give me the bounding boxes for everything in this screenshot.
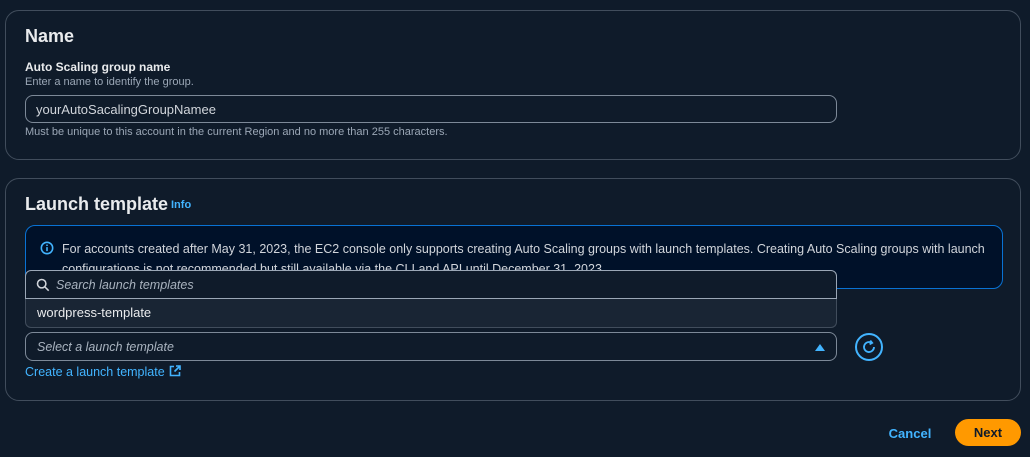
create-link-label: Create a launch template bbox=[25, 365, 165, 379]
asg-name-input[interactable] bbox=[25, 95, 837, 123]
asg-name-description: Enter a name to identify the group. bbox=[25, 76, 194, 88]
select-placeholder: Select a launch template bbox=[37, 340, 174, 354]
search-icon bbox=[36, 278, 50, 292]
launch-template-search bbox=[25, 270, 837, 299]
info-circle-icon bbox=[40, 241, 54, 255]
launch-template-select[interactable]: Select a launch template bbox=[25, 332, 837, 361]
launch-template-panel: Launch template Info For accounts create… bbox=[5, 178, 1021, 401]
next-button[interactable]: Next bbox=[955, 419, 1021, 446]
launch-template-heading: Launch template bbox=[25, 194, 169, 214]
refresh-icon bbox=[863, 339, 875, 353]
info-link[interactable]: Info bbox=[171, 199, 191, 211]
launch-template-option[interactable]: wordpress-template bbox=[25, 299, 837, 328]
external-link-icon bbox=[169, 365, 181, 377]
asg-name-constraint: Must be unique to this account in the cu… bbox=[25, 126, 448, 138]
search-input[interactable] bbox=[56, 276, 826, 294]
name-panel: Name Auto Scaling group name Enter a nam… bbox=[5, 10, 1021, 160]
cancel-button[interactable]: Cancel bbox=[882, 423, 938, 443]
create-launch-template-link[interactable]: Create a launch template bbox=[25, 365, 181, 379]
refresh-button[interactable] bbox=[855, 333, 883, 361]
name-heading: Name bbox=[25, 26, 75, 46]
asg-name-label: Auto Scaling group name bbox=[25, 60, 171, 74]
caret-up-icon bbox=[815, 344, 825, 351]
